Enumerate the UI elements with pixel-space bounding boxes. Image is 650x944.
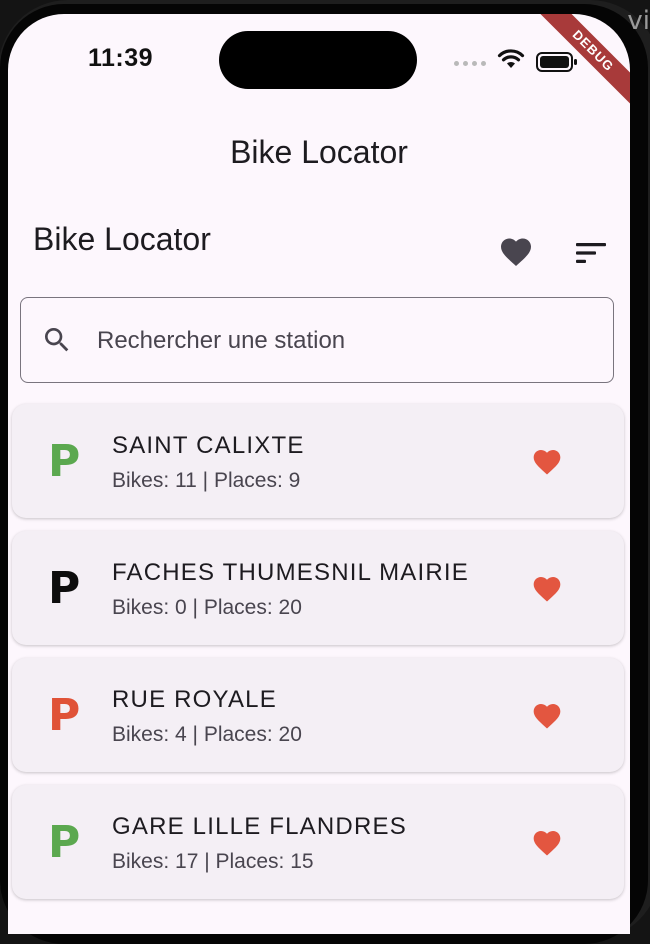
sort-icon: [576, 243, 606, 263]
cellular-signal-icon: [454, 61, 486, 66]
station-stats: Bikes: 11 | Places: 9: [112, 469, 301, 492]
wifi-icon: [497, 49, 525, 68]
heart-icon: [533, 450, 561, 475]
parking-icon: P: [48, 690, 81, 741]
heart-icon: [533, 704, 561, 729]
background-window-text: vi: [627, 6, 650, 36]
station-stats: Bikes: 4 | Places: 20: [112, 723, 302, 746]
station-name: SAINT CALIXTE: [112, 432, 305, 459]
favorite-toggle-button[interactable]: [530, 446, 564, 478]
station-card[interactable]: P RUE ROYALE Bikes: 4 | Places: 20: [12, 658, 624, 772]
station-stats: Bikes: 0 | Places: 20: [112, 596, 302, 619]
parking-icon: P: [48, 436, 81, 487]
parking-icon: P: [48, 563, 81, 614]
station-stats: Bikes: 17 | Places: 15: [112, 850, 314, 873]
favorite-toggle-button[interactable]: [530, 700, 564, 732]
heart-icon: [501, 238, 531, 267]
parking-icon: P: [48, 817, 81, 868]
station-name: GARE LILLE FLANDRES: [112, 813, 407, 840]
page-title: Bike Locator: [33, 221, 211, 257]
heart-icon: [533, 831, 561, 856]
phone-screen: 11:39 DEBUG Bike Locator Bike Locator Re…: [8, 14, 630, 934]
search-input[interactable]: [95, 320, 579, 362]
search-field[interactable]: [20, 297, 614, 383]
station-card[interactable]: P SAINT CALIXTE Bikes: 11 | Places: 9: [12, 404, 624, 518]
station-name: FACHES THUMESNIL MAIRIE: [112, 559, 469, 586]
dynamic-island: [219, 31, 417, 89]
station-card[interactable]: P GARE LILLE FLANDRES Bikes: 17 | Places…: [12, 785, 624, 899]
search-icon: [45, 328, 69, 352]
status-time: 11:39: [88, 44, 154, 72]
favorite-toggle-button[interactable]: [530, 827, 564, 859]
station-card[interactable]: P FACHES THUMESNIL MAIRIE Bikes: 0 | Pla…: [12, 531, 624, 645]
favorite-toggle-button[interactable]: [530, 573, 564, 605]
station-list: P SAINT CALIXTE Bikes: 11 | Places: 9 P …: [12, 404, 624, 912]
heart-icon: [533, 577, 561, 602]
station-name: RUE ROYALE: [112, 686, 277, 713]
battery-icon: [536, 52, 577, 72]
app-bar-title: Bike Locator: [230, 134, 408, 170]
favorites-filter-button[interactable]: [498, 234, 534, 270]
sort-button[interactable]: [574, 238, 608, 268]
